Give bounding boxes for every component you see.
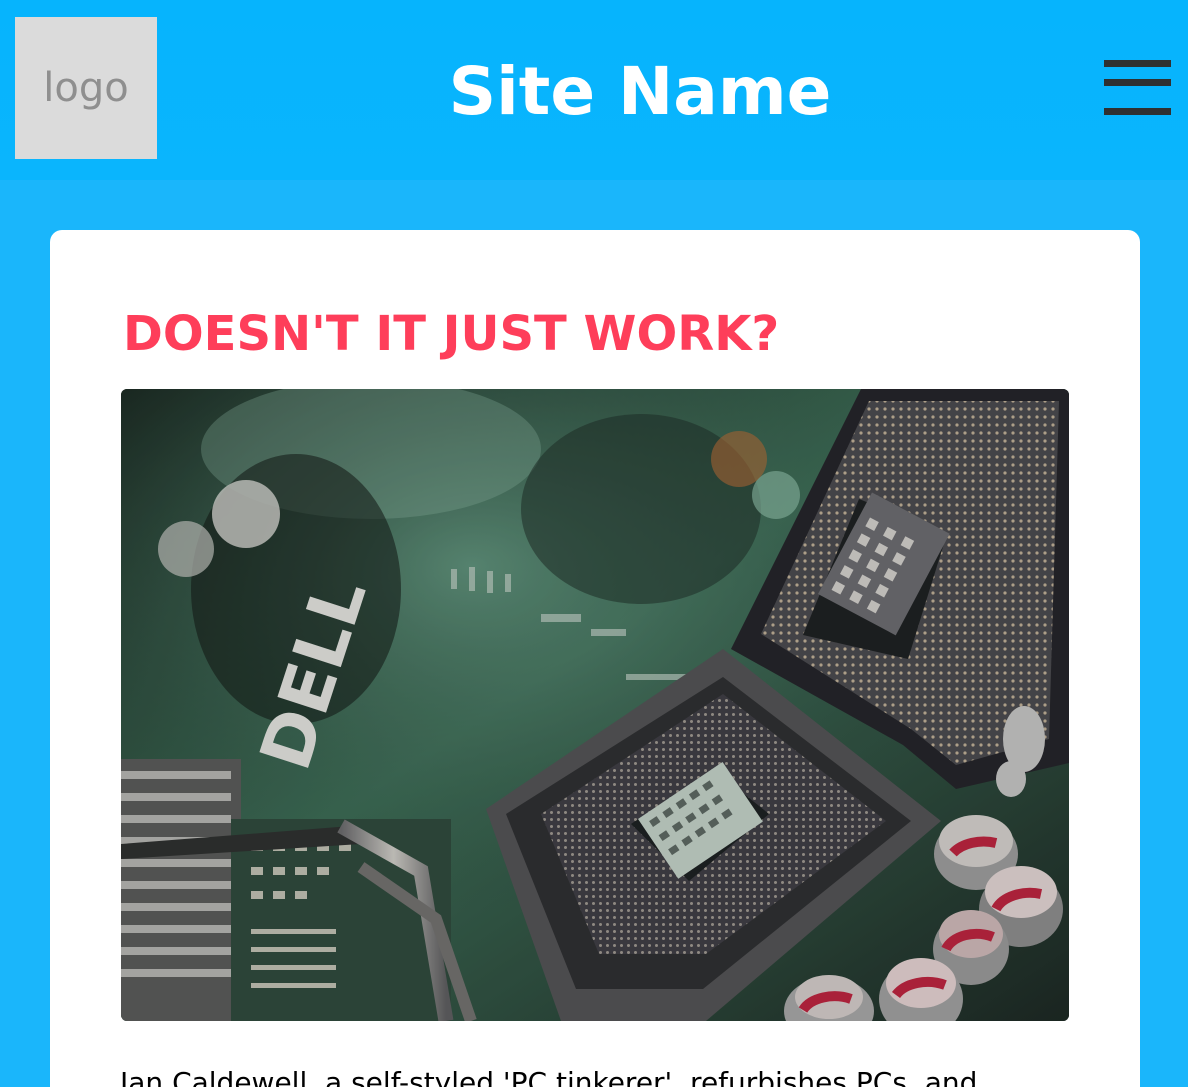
article-card: DOESN'T IT JUST WORK? DELL Ian Caldewell…: [50, 230, 1140, 1087]
site-header: logo Site Name: [0, 0, 1188, 180]
article-title: DOESN'T IT JUST WORK?: [123, 306, 780, 362]
hamburger-menu-icon: [1104, 60, 1171, 67]
hamburger-menu-icon-line: [1104, 108, 1171, 115]
motherboard-cpu-socket-illustration: DELL: [121, 389, 1069, 1021]
motherboard-cpu-socket-image: DELL: [121, 389, 1069, 1021]
menu-button[interactable]: [1098, 55, 1176, 121]
article-body-text: Ian Caldewell, a self-styled 'PC tinkere…: [120, 1066, 978, 1087]
hamburger-menu-icon-line: [1104, 79, 1171, 86]
site-title[interactable]: Site Name: [0, 52, 1188, 132]
